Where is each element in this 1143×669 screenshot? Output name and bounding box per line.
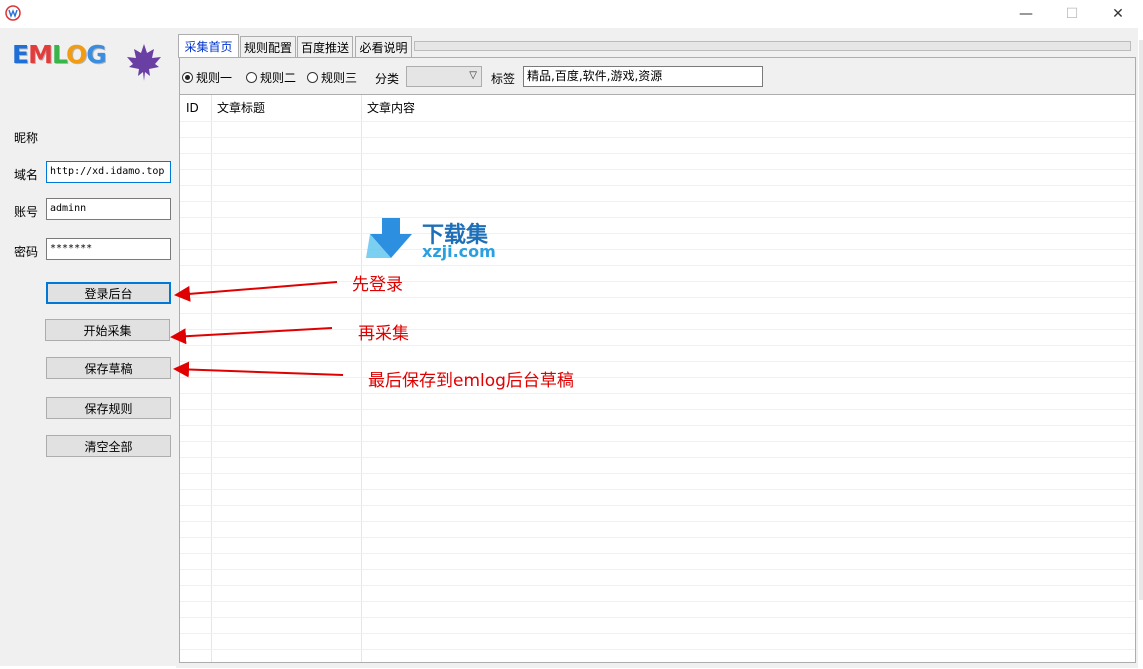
left-panel [0,28,176,666]
rule-three-radio[interactable]: 规则三 [307,69,357,86]
rule-one-radio[interactable]: 规则一 [182,69,232,86]
password-label: 密码 [14,245,39,259]
row-gridline [180,297,1135,298]
row-gridline [180,249,1135,250]
login-button[interactable]: 登录后台 [46,282,171,304]
row-gridline [180,553,1135,554]
row-gridline [180,361,1135,362]
rule-three-label: 规则三 [321,71,358,85]
maple-leaf-icon [127,44,161,81]
save-rules-button[interactable]: 保存规则 [46,397,171,419]
radio-unchecked-icon [246,72,257,83]
rule-two-label: 规则二 [260,71,297,85]
scrollbar-thumb[interactable] [1139,40,1143,600]
row-gridline [180,521,1135,522]
chevron-down-icon: ▽ [469,70,477,81]
tab-baidu-push[interactable]: 百度推送 [297,36,353,57]
row-gridline [180,201,1135,202]
tab-collect-home[interactable]: 采集首页 [178,34,239,58]
radio-unchecked-icon [307,72,318,83]
annotation-second: 再采集 [358,324,409,344]
row-gridline [180,457,1135,458]
account-input[interactable]: adminn [46,198,171,220]
row-gridline [180,537,1135,538]
minimize-button[interactable]: — [1003,0,1049,28]
row-gridline [180,233,1135,234]
row-gridline [180,505,1135,506]
column-header-content[interactable]: 文章内容 [361,95,661,121]
row-gridline [180,617,1135,618]
row-gridline [180,393,1135,394]
row-gridline [180,217,1135,218]
tags-input[interactable]: 精品,百度,软件,游戏,资源 [523,66,763,87]
progress-bar [414,41,1131,51]
row-gridline [180,649,1135,650]
category-label: 分类 [375,72,400,86]
column-header-title[interactable]: 文章标题 [211,95,361,121]
app-icon [5,5,21,21]
article-list[interactable]: ID 文章标题 文章内容 [180,95,1135,662]
column-divider [361,95,362,662]
domain-input[interactable]: http://xd.idamo.top [46,161,171,183]
row-gridline [180,569,1135,570]
logo-letter: G [86,40,107,69]
annotation-first: 先登录 [352,275,403,295]
row-gridline [180,377,1135,378]
row-gridline [180,345,1135,346]
logo-letter: O [66,40,87,69]
tab-rule-config[interactable]: 规则配置 [240,36,296,57]
rule-two-radio[interactable]: 规则二 [246,69,296,86]
download-arrow-icon [366,218,412,258]
row-gridline [180,585,1135,586]
row-gridline [180,281,1135,282]
save-draft-button[interactable]: 保存草稿 [46,357,171,379]
row-gridline [180,425,1135,426]
row-gridline [180,185,1135,186]
nickname-label: 昵称 [14,131,39,145]
category-select[interactable]: ▽ [406,66,482,87]
rule-one-label: 规则一 [196,71,233,85]
row-gridline [180,153,1135,154]
row-gridline [180,633,1135,634]
row-gridline [180,313,1135,314]
account-label: 账号 [14,205,39,219]
row-gridline [180,329,1135,330]
clear-all-button[interactable]: 清空全部 [46,435,171,457]
row-gridline [180,137,1135,138]
watermark-domain: xzji.com [422,242,496,261]
annotation-third: 最后保存到emlog后台草稿 [368,371,574,391]
row-gridline [180,265,1135,266]
close-button[interactable]: ✕ [1095,0,1141,28]
row-gridline [180,169,1135,170]
start-collect-button[interactable]: 开始采集 [45,319,170,341]
maximize-button[interactable]: ☐ [1049,0,1095,28]
tab-must-read[interactable]: 必看说明 [355,36,412,57]
column-header-id[interactable]: ID [180,95,212,121]
row-gridline [180,601,1135,602]
row-gridline [180,489,1135,490]
column-divider [211,95,212,662]
emlog-logo: EMLOG [12,40,107,80]
title-bar: — ☐ ✕ [0,0,1143,28]
radio-checked-icon [182,72,193,83]
domain-label: 域名 [14,168,39,182]
row-gridline [180,441,1135,442]
logo-letter: L [51,40,67,69]
row-gridline [180,473,1135,474]
tags-label: 标签 [491,72,516,86]
logo-letter: E [12,40,29,69]
logo-letter: M [28,40,53,69]
row-gridline [180,409,1135,410]
password-input[interactable]: ******* [46,238,171,260]
row-gridline [180,121,1135,122]
